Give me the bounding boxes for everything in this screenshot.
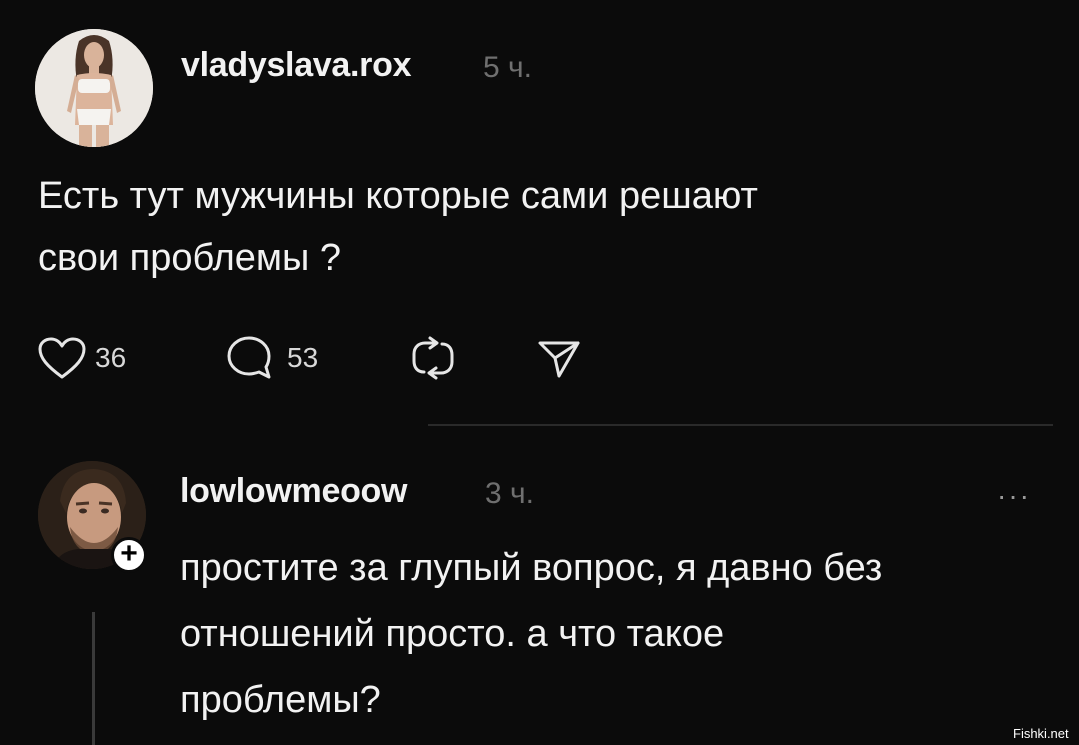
reply-text-line: проблемы? [180, 679, 381, 721]
post-text-line: свои проблемы ? [38, 237, 342, 279]
comment-count: 53 [287, 342, 319, 373]
post-time: 5 ч. [483, 51, 532, 84]
post-author-avatar[interactable] [35, 29, 153, 147]
like-button[interactable]: 36 [37, 336, 126, 380]
avatar-photo [35, 29, 153, 147]
reply-text: простите за глупый вопрос, я давно без о… [180, 535, 1060, 733]
reply-username[interactable]: lowlowmeoow [180, 472, 407, 511]
share-button[interactable] [537, 338, 581, 380]
reply-time: 3 ч. [485, 477, 534, 510]
post-username[interactable]: vladyslava.rox [181, 46, 411, 85]
comment-button[interactable]: 53 [225, 334, 318, 382]
heart-icon [38, 337, 86, 379]
like-count: 36 [95, 342, 127, 373]
reply-text-line: простите за глупый вопрос, я давно без [180, 547, 883, 589]
share-icon [538, 341, 580, 378]
repost-icon [412, 336, 454, 380]
comment-icon [227, 336, 271, 379]
post-text-line: Есть тут мужчины которые сами решают [38, 175, 758, 217]
follow-plus-icon[interactable]: + [111, 537, 147, 573]
repost-button[interactable] [410, 336, 456, 380]
thread-line [92, 612, 95, 745]
post-text: Есть тут мужчины которые сами решают сво… [38, 165, 998, 289]
reply-text-line: отношений просто. а что такое [180, 613, 725, 655]
watermark: Fishki.net [1013, 726, 1069, 741]
divider [428, 424, 1053, 426]
more-options-icon[interactable]: ··· [997, 480, 1031, 512]
